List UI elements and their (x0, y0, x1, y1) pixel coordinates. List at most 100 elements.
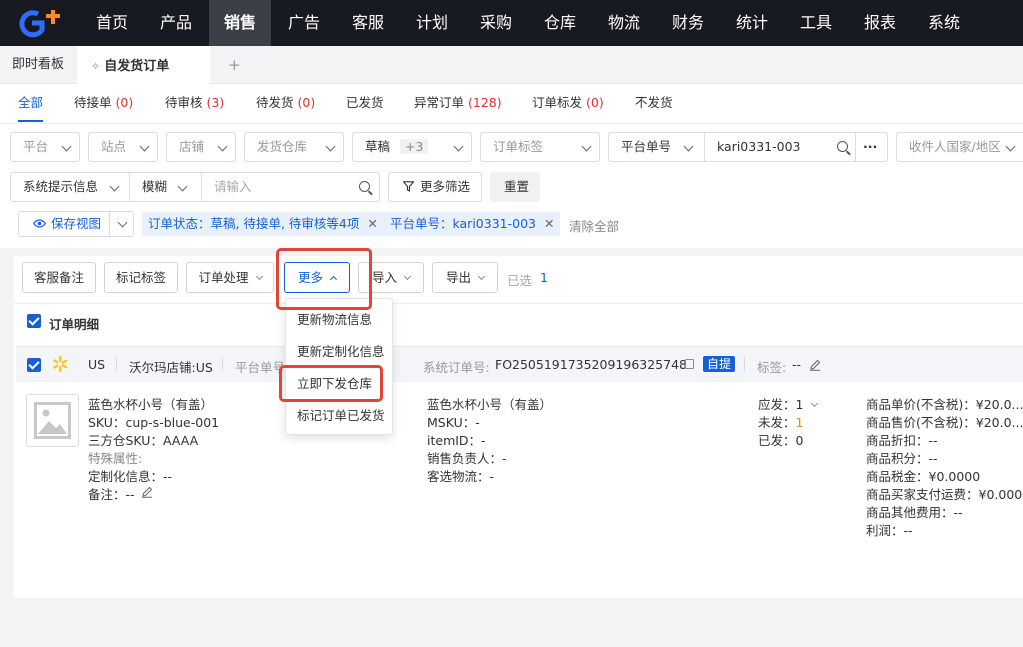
field-value: 1 (795, 415, 804, 430)
order-process-button[interactable]: 订单处理 (186, 262, 274, 293)
chevron-down-icon (109, 181, 120, 192)
more-filters-button[interactable]: 更多筛选 (388, 172, 482, 202)
save-view-button[interactable]: 保存视图 (18, 211, 134, 237)
status-tab-pending-accept[interactable]: 待接单 (0) (74, 84, 133, 122)
nav-ads[interactable]: 广告 (273, 0, 335, 46)
tab-self-ship-orders[interactable]: ✧ 自发货订单 (77, 46, 210, 84)
nav-reports[interactable]: 报表 (849, 0, 911, 46)
menu-item-mark-shipped[interactable]: 标记订单已发货 (286, 401, 392, 431)
system-order-no: FO2505191735209196325748 (495, 357, 687, 372)
chevron-down-icon (453, 141, 464, 152)
field-type-select[interactable]: 平台单号 (621, 139, 671, 154)
status-tab-label: 全部 (18, 95, 44, 110)
chevron-down-icon (325, 141, 336, 152)
select-label: 草稿 (365, 139, 391, 154)
status-tab-all[interactable]: 全部 (18, 84, 44, 122)
shop-select[interactable]: 店铺 (166, 132, 236, 162)
platform-select[interactable]: 平台 (10, 132, 80, 162)
msku: MSKU：- (427, 415, 480, 430)
nav-stats[interactable]: 统计 (721, 0, 783, 46)
order-status-select[interactable]: 草稿 +3 (352, 132, 472, 162)
sales-owner: 销售负责人：- (427, 451, 507, 466)
field-type-select[interactable]: 系统提示信息 (23, 179, 98, 194)
keyword-input[interactable]: 请输入 (214, 173, 252, 201)
system-info-search[interactable]: 系统提示信息 模糊 请输入 (10, 172, 380, 202)
button-label: 更多筛选 (420, 179, 471, 194)
price-line: 商品积分：-- (866, 451, 938, 466)
select-all-checkbox[interactable] (27, 314, 41, 328)
nav-service[interactable]: 客服 (337, 0, 399, 46)
nav-tools[interactable]: 工具 (785, 0, 847, 46)
export-button[interactable]: 导出 (432, 262, 498, 293)
nav-home[interactable]: 首页 (82, 0, 142, 46)
match-mode-select[interactable]: 模糊 (142, 173, 167, 201)
close-icon[interactable]: ✕ (544, 216, 554, 231)
filter-chip-status: 订单状态：草稿, 待接单, 待审核等4项 ✕ (142, 212, 384, 236)
status-tab-count: (128) (468, 95, 502, 110)
status-tab-shipped[interactable]: 已发货 (346, 84, 384, 122)
more-options-button[interactable]: ··· (863, 133, 877, 161)
tag-label: 标签: (757, 360, 787, 375)
chevron-down-icon (255, 272, 263, 281)
nav-plan[interactable]: 计划 (401, 0, 463, 46)
status-tab-label: 已发货 (346, 95, 384, 110)
search-icon[interactable] (837, 141, 848, 152)
warehouse-select[interactable]: 发货仓库 (244, 132, 344, 162)
select-label: 站点 (101, 139, 127, 154)
clear-all-link[interactable]: 清除全部 (569, 216, 619, 235)
highlight-box (279, 365, 383, 402)
recipient-country-select[interactable]: 收件人国家/地区 (896, 132, 1023, 162)
site-select[interactable]: 站点 (88, 132, 158, 162)
select-label: 订单标签 (493, 139, 544, 154)
status-tab-count: (3) (206, 95, 225, 110)
order-tag-select[interactable]: 订单标签 (480, 132, 600, 162)
chevron-down-icon[interactable] (811, 399, 819, 408)
listing-name: 蓝色水杯小号（有盖） (427, 397, 553, 412)
status-tab-pending-review[interactable]: 待审核 (3) (165, 84, 224, 122)
mark-tag-button[interactable]: 标记标签 (104, 262, 178, 293)
nav-product[interactable]: 产品 (145, 0, 207, 46)
add-tab-button[interactable]: + (228, 46, 241, 84)
divider (14, 303, 1023, 304)
nav-logistics[interactable]: 物流 (593, 0, 655, 46)
nav-sales[interactable]: 销售 (209, 0, 271, 46)
status-tab-label: 订单标发 (532, 95, 583, 110)
select-label: 发货仓库 (257, 139, 308, 154)
order-checkbox[interactable] (27, 358, 41, 372)
edit-icon[interactable] (141, 486, 153, 498)
platform-no-input[interactable]: kari0331-003 (717, 133, 800, 161)
tab-dashboard[interactable]: 即时看板 (12, 46, 64, 84)
status-tab-label: 异常订单 (414, 95, 465, 110)
search-icon[interactable] (359, 181, 370, 192)
edit-icon[interactable] (809, 359, 821, 371)
platform-no-search[interactable]: 平台单号 kari0331-003 ··· (608, 132, 888, 162)
divider (744, 357, 745, 371)
reset-button[interactable]: 重置 (490, 172, 540, 202)
divider (129, 173, 130, 201)
menu-item-update-custom[interactable]: 更新定制化信息 (286, 337, 392, 367)
filter-icon (402, 181, 415, 192)
pin-icon[interactable]: ✧ (91, 60, 100, 73)
price-line: 商品折扣：-- (866, 433, 938, 448)
nav-system[interactable]: 系统 (913, 0, 975, 46)
price-line: 利润：-- (866, 523, 913, 538)
nav-finance[interactable]: 财务 (657, 0, 719, 46)
status-tab-no-ship[interactable]: 不发货 (635, 84, 673, 122)
selected-count: 1 (540, 270, 548, 285)
status-tab-marked-ship[interactable]: 订单标发 (0) (532, 84, 604, 122)
select-label: 店铺 (179, 139, 205, 154)
chevron-down-icon[interactable] (117, 217, 128, 228)
nav-purchase[interactable]: 采购 (465, 0, 527, 46)
top-nav: 首页 产品 销售 广告 客服 计划 采购 仓库 物流 财务 统计 工具 报表 系… (0, 0, 1023, 46)
status-tab-exception[interactable]: 异常订单 (128) (414, 84, 502, 122)
copy-icon[interactable] (685, 359, 694, 369)
status-tab-pending-ship[interactable]: 待发货 (0) (256, 84, 315, 122)
close-icon[interactable]: ✕ (367, 216, 377, 231)
logo-icon[interactable] (18, 10, 64, 38)
divider (222, 357, 223, 371)
product-name[interactable]: 蓝色水杯小号（有盖） (88, 394, 213, 413)
product-image[interactable] (26, 394, 79, 447)
self-pickup-badge: 自提 (703, 356, 736, 372)
service-note-button[interactable]: 客服备注 (22, 262, 96, 293)
nav-warehouse[interactable]: 仓库 (529, 0, 591, 46)
